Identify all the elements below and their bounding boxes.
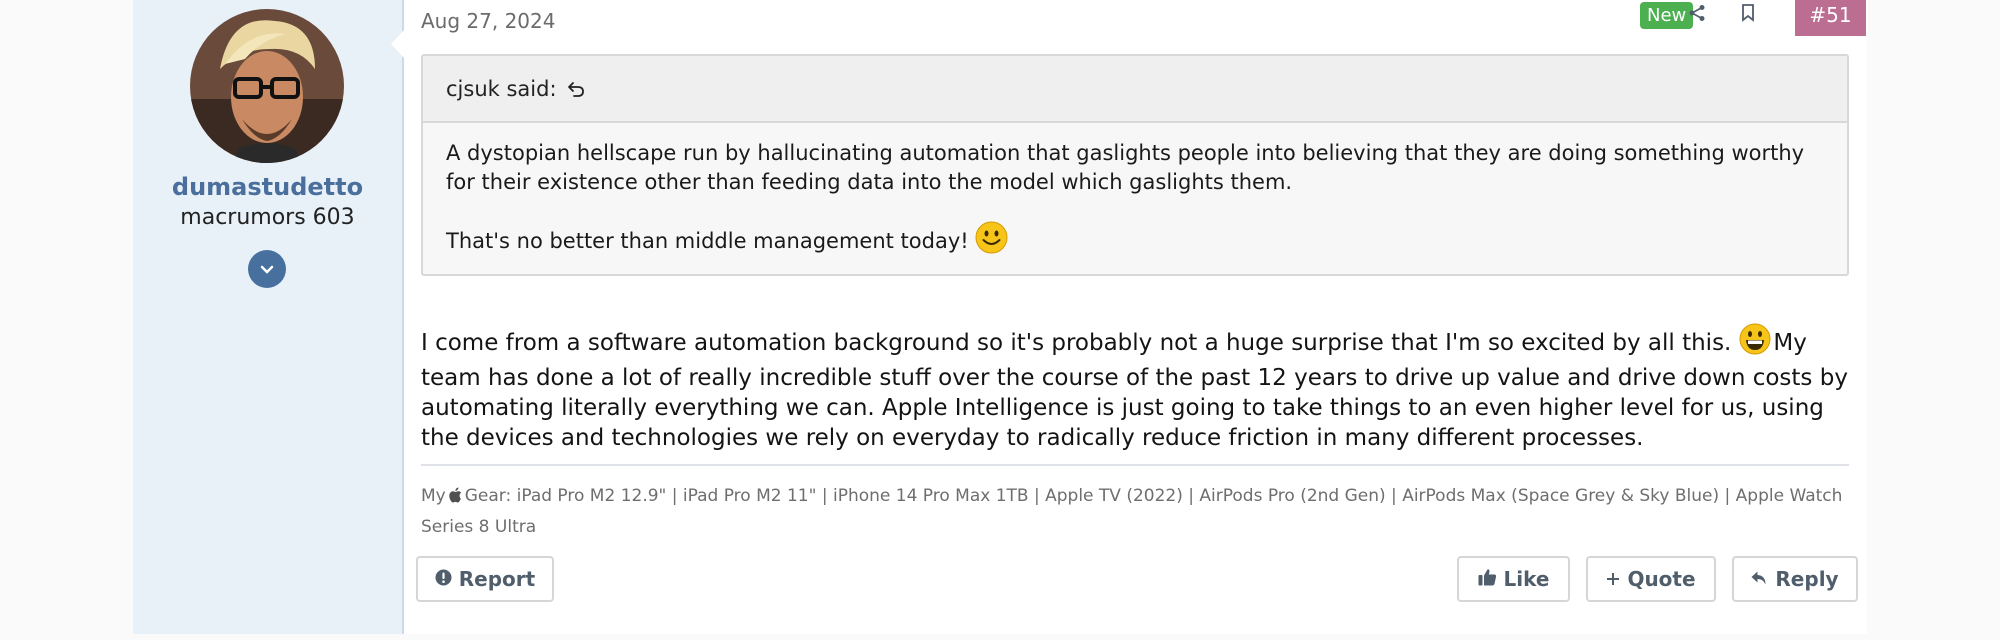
post-date[interactable]: Aug 27, 2024: [421, 9, 555, 33]
go-to-quoted-post-icon[interactable]: [567, 80, 585, 98]
bookmark-icon: [1741, 4, 1755, 26]
report-button[interactable]: Report: [416, 556, 554, 602]
post-arrow: [391, 30, 404, 58]
reply-button[interactable]: Reply: [1732, 556, 1858, 602]
smile-emoji-icon: [975, 221, 1008, 262]
quote-paragraph: A dystopian hellscape run by hallucinati…: [446, 141, 1805, 194]
user-sidebar: dumastudetto macrumors 603: [133, 0, 404, 634]
forum-post: dumastudetto macrumors 603 Aug 27, 2024 …: [133, 0, 1867, 634]
bookmark-button[interactable]: [1735, 2, 1761, 28]
quote-block: cjsuk said: A dystopian hellscape run by…: [421, 54, 1849, 276]
signature: My Gear: iPad Pro M2 12.9" | iPad Pro M2 …: [421, 482, 1861, 542]
expand-user-info-button[interactable]: [248, 250, 286, 288]
user-title: macrumors 603: [180, 205, 355, 230]
post-body: I come from a software automation backgr…: [421, 323, 1861, 453]
share-button[interactable]: [1684, 2, 1710, 28]
username[interactable]: dumastudetto: [133, 173, 402, 201]
quote-header: cjsuk said:: [423, 56, 1847, 123]
share-icon: [1688, 4, 1706, 26]
signature-text: Gear: iPad Pro M2 12.9" | iPad Pro M2 11…: [421, 486, 1843, 537]
quote-author[interactable]: cjsuk said:: [446, 77, 557, 101]
like-label: Like: [1503, 567, 1550, 591]
apple-logo-icon: [449, 484, 462, 513]
quote-button[interactable]: Quote: [1586, 556, 1716, 602]
post-number-link[interactable]: #51: [1795, 0, 1866, 36]
plus-icon: [1606, 567, 1620, 591]
avatar[interactable]: [190, 9, 344, 163]
report-label: Report: [458, 567, 536, 591]
quote-label: Quote: [1627, 567, 1696, 591]
signature-prefix: My: [421, 486, 446, 506]
grin-emoji-icon: [1739, 323, 1771, 363]
signature-divider: [421, 464, 1849, 466]
post-content: Aug 27, 2024 New #51 cjsuk said: A dysto…: [416, 0, 1866, 634]
reply-arrow-icon: [1751, 567, 1768, 591]
thumbs-up-icon: [1478, 567, 1497, 591]
quote-body: A dystopian hellscape run by hallucinati…: [423, 123, 1847, 262]
quote-paragraph: That's no better than middle management …: [446, 229, 969, 253]
reply-label: Reply: [1775, 567, 1839, 591]
post-body-text: I come from a software automation backgr…: [421, 330, 1732, 356]
like-button[interactable]: Like: [1457, 556, 1570, 602]
chevron-down-icon: [260, 260, 274, 279]
exclamation-circle-icon: [435, 567, 452, 591]
